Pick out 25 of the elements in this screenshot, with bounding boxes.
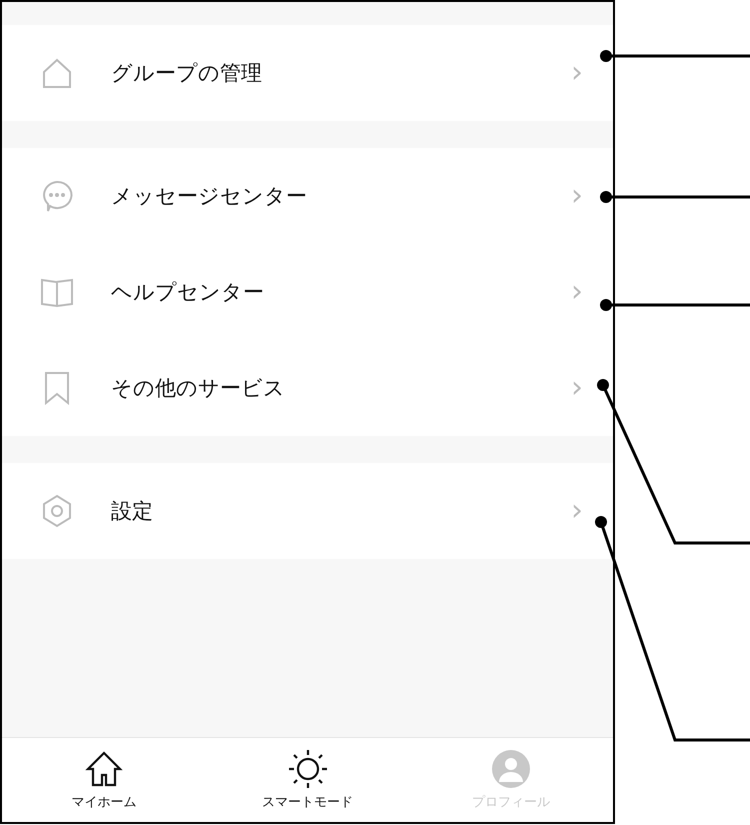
chevron-icon: › <box>571 58 583 88</box>
chevron-icon: › <box>571 496 583 526</box>
chevron-icon: › <box>571 181 583 211</box>
hexagon-settings-icon <box>43 494 71 528</box>
menu-item[interactable]: 設定 › <box>2 463 613 559</box>
tab-item[interactable]: スマートモード <box>206 738 410 822</box>
menu-label: グループの管理 <box>111 60 263 87</box>
menu-item[interactable]: その他のサービス › <box>2 340 613 436</box>
menu-item[interactable]: ヘルプセンター › <box>2 244 613 340</box>
tab-item[interactable]: マイホーム <box>2 738 206 822</box>
house-icon <box>43 58 71 88</box>
book-icon <box>41 278 73 307</box>
menu-item[interactable]: グループの管理 › <box>2 25 613 121</box>
menu-label: その他のサービス <box>111 375 286 402</box>
sun-icon <box>288 749 328 789</box>
bookmark-icon <box>45 372 69 405</box>
menu-label: ヘルプセンター <box>111 279 265 306</box>
menu-label: メッセージセンター <box>111 183 308 210</box>
chat-bubble-icon <box>43 181 72 212</box>
profile-avatar-icon <box>492 750 530 788</box>
chevron-icon: › <box>571 373 583 403</box>
menu-item[interactable]: メッセージセンター › <box>2 148 613 244</box>
house-icon <box>85 751 122 786</box>
menu-label: 設定 <box>111 498 154 525</box>
chevron-icon: › <box>571 277 583 307</box>
